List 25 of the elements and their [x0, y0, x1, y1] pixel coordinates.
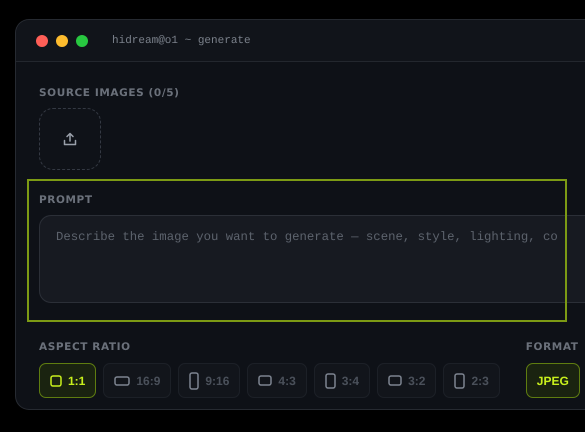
window-title: hidream@o1 ~ generate: [112, 34, 251, 46]
aspect-ratio-option[interactable]: 3:4: [314, 363, 370, 398]
window-control-dot[interactable]: [56, 34, 68, 46]
section-label: FORMAT: [526, 341, 578, 353]
landscape-rectangle-icon: [114, 376, 130, 386]
section-label: SOURCE IMAGES (0/5): [39, 87, 181, 99]
aspect-ratio-option[interactable]: 4:3: [247, 363, 307, 398]
section-label: PROMPT: [39, 194, 93, 206]
prompt-field[interactable]: Describe the image you want to generate — scene, style, lighting, co: [39, 215, 585, 303]
aspect-ratio-option[interactable]: 2:3: [443, 363, 500, 398]
section-label: ASPECT RATIO: [39, 341, 131, 353]
portrait-rectangle-icon: [189, 372, 200, 390]
aspect-ratio-option[interactable]: 1:1: [39, 363, 96, 398]
aspect-ratio-option[interactable]: 3:2: [377, 363, 436, 398]
format-option[interactable]: JPEG: [526, 363, 580, 398]
landscape-rectangle-icon: [258, 375, 272, 386]
window-control-dot[interactable]: [36, 34, 48, 46]
aspect-ratio-option[interactable]: 9:16: [178, 363, 240, 398]
aspect-ratio-option[interactable]: 16:9: [103, 363, 172, 398]
upload-icon: [63, 132, 77, 146]
square-icon: [50, 374, 62, 386]
landscape-rectangle-icon: [388, 375, 402, 386]
portrait-rectangle-icon: [454, 372, 466, 388]
portrait-rectangle-icon: [324, 372, 336, 388]
window-control-dot[interactable]: [76, 34, 88, 46]
